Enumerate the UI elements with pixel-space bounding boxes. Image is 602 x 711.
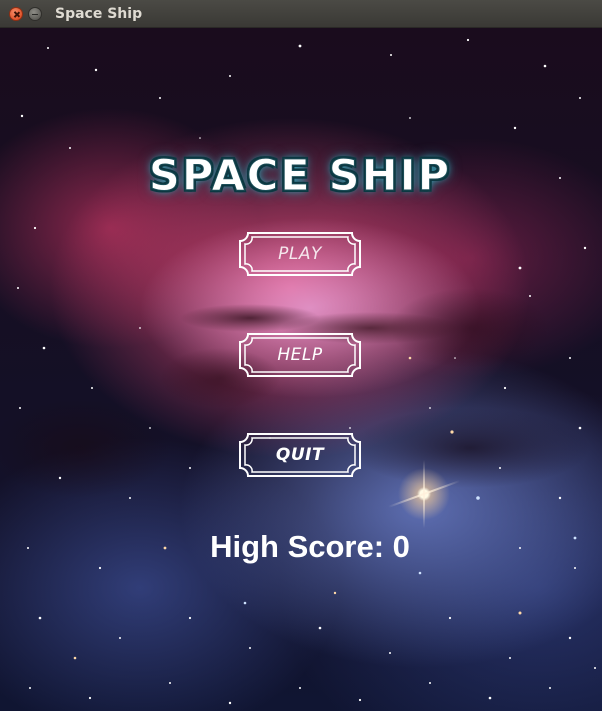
game-logo: SPACE SHIP <box>148 151 452 202</box>
play-button-label: PLAY <box>278 244 322 264</box>
window-title: Space Ship <box>55 6 143 22</box>
bright-star <box>396 460 452 528</box>
high-score-label: High Score: 0 <box>210 529 410 564</box>
game-canvas: SPACE SHIP PLAY HELP QUIT High Score: 0 <box>0 28 602 711</box>
minimize-window-button[interactable] <box>28 7 42 21</box>
help-button[interactable]: HELP <box>234 333 366 377</box>
close-window-button[interactable] <box>9 7 23 21</box>
help-button-label: HELP <box>277 345 323 365</box>
quit-button-label: QUIT <box>275 445 325 465</box>
title-bar: Space Ship <box>0 0 602 28</box>
game-window: Space Ship SPACE SHIP PLAY HELP QUIT Hig… <box>0 0 602 711</box>
play-button[interactable]: PLAY <box>234 232 366 276</box>
quit-button[interactable]: QUIT <box>234 433 366 477</box>
